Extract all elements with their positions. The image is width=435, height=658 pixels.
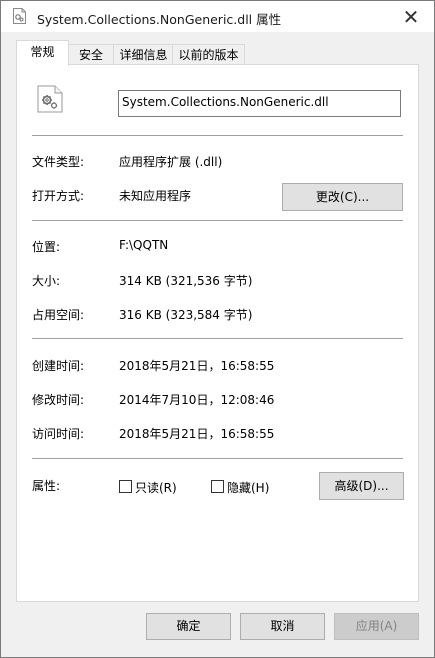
hidden-label[interactable]: 隐藏(H) (227, 479, 269, 496)
tab-details-label: 详细信息 (119, 48, 168, 62)
opens-with-label: 打开方式: (32, 189, 85, 203)
advanced-button[interactable]: 高级(D)... (319, 472, 404, 500)
apply-button-label: 应用(A) (355, 619, 398, 633)
window-title: System.Collections.NonGeneric.dll 属性 (37, 12, 282, 27)
dll-file-icon (13, 8, 26, 24)
close-icon: ✕ (402, 4, 420, 29)
readonly-checkbox[interactable] (119, 480, 132, 493)
ok-button-label: 确定 (176, 619, 201, 633)
advanced-button-label: 高级(D)... (334, 479, 389, 493)
ok-button[interactable]: 确定 (146, 613, 231, 640)
location-label: 位置: (32, 240, 61, 254)
opens-with-value: 未知应用程序 (119, 189, 192, 203)
cancel-button-label: 取消 (270, 619, 295, 633)
general-tab-panel: System.Collections.NonGeneric.dll 文件类型: … (16, 64, 419, 602)
tab-security[interactable]: 安全 (67, 44, 115, 65)
properties-window: System.Collections.NonGeneric.dll 属性 ✕ 常… (0, 0, 435, 658)
accessed-label: 访问时间: (32, 427, 85, 441)
tab-previous-versions-label: 以前的版本 (178, 48, 239, 62)
modified-label: 修改时间: (32, 393, 85, 407)
filename-field[interactable]: System.Collections.NonGeneric.dll (118, 90, 401, 117)
created-value: 2018年5月21日，16:58:55 (119, 359, 275, 373)
apply-button[interactable]: 应用(A) (334, 613, 419, 640)
size-on-disk-label: 占用空间: (32, 308, 85, 322)
close-button[interactable]: ✕ (388, 1, 434, 32)
file-type-value: 应用程序扩展 (.dll) (119, 155, 223, 169)
accessed-value: 2018年5月21日，16:58:55 (119, 427, 275, 441)
attributes-label: 属性: (32, 479, 61, 493)
dll-gears-file-icon (37, 85, 63, 113)
divider (32, 135, 403, 136)
hidden-checkbox[interactable] (211, 480, 224, 493)
size-value: 314 KB (321,536 字节) (119, 274, 253, 288)
tab-security-label: 安全 (78, 48, 103, 62)
file-type-label: 文件类型: (32, 155, 85, 169)
size-label: 大小: (32, 274, 61, 288)
readonly-label[interactable]: 只读(R) (135, 479, 177, 496)
created-label: 创建时间: (32, 359, 85, 373)
divider (32, 220, 403, 221)
tab-details[interactable]: 详细信息 (113, 44, 174, 65)
tab-general[interactable]: 常规 (16, 40, 69, 66)
title-bar[interactable]: System.Collections.NonGeneric.dll 属性 ✕ (1, 1, 434, 32)
modified-value: 2014年7月10日，12:08:46 (119, 393, 275, 407)
change-button[interactable]: 更改(C)... (282, 183, 403, 211)
change-button-label: 更改(C)... (315, 190, 370, 204)
size-on-disk-value: 316 KB (323,584 字节) (119, 308, 253, 322)
filename-text: System.Collections.NonGeneric.dll (122, 95, 329, 109)
divider (32, 338, 403, 339)
location-value: F:\QQTN (119, 238, 169, 252)
tab-general-label: 常规 (30, 45, 55, 59)
tab-previous-versions[interactable]: 以前的版本 (172, 44, 245, 65)
cancel-button[interactable]: 取消 (240, 613, 325, 640)
divider (32, 458, 403, 459)
